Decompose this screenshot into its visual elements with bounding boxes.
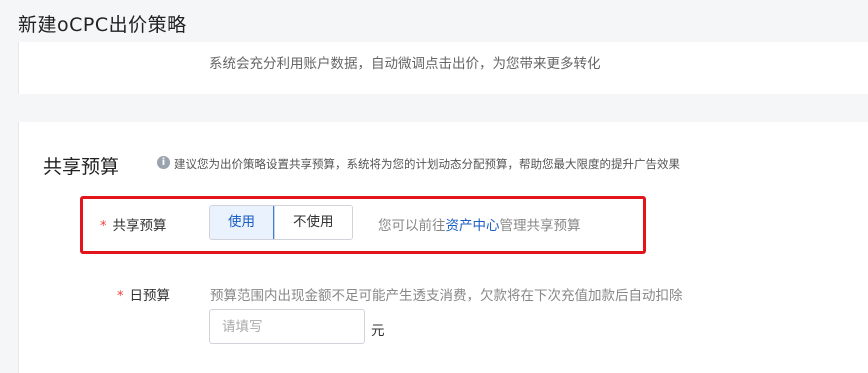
share-budget-label-text: 共享预算 (112, 218, 167, 234)
share-budget-label: * 共享预算 (100, 214, 167, 234)
share-budget-hint: 您可以前往资产中心管理共享预算 (378, 214, 581, 234)
share-hint-suffix: 管理共享预算 (499, 218, 581, 234)
asset-center-link[interactable]: 资产中心 (446, 218, 500, 234)
no-share-budget-button[interactable]: 不使用 (274, 206, 352, 239)
share-hint-prefix: 您可以前往 (378, 218, 446, 234)
strategy-description-card: 系统会充分利用账户数据，自动微调点击出价，为您带来更多转化 (18, 42, 868, 94)
use-share-budget-button[interactable]: 使用 (209, 206, 274, 239)
share-budget-toggle: 使用 不使用 (209, 205, 353, 240)
section-tip: 建议您为出价策略设置共享预算，系统将为您的计划动态分配预算，帮助您最大限度的提升… (174, 157, 680, 171)
required-mark: * (100, 219, 107, 234)
budget-section-card: 共享预算 i 建议您为出价策略设置共享预算，系统将为您的计划动态分配预算，帮助您… (18, 122, 868, 373)
strategy-description: 系统会充分利用账户数据，自动微调点击出价，为您带来更多转化 (209, 56, 601, 72)
required-mark: * (117, 289, 124, 304)
daily-budget-label-text: 日预算 (129, 288, 171, 304)
daily-budget-label: * 日预算 (117, 284, 170, 304)
currency-unit: 元 (371, 323, 385, 339)
page-title: 新建oCPC出价策略 (18, 14, 187, 36)
daily-budget-hint: 预算范围内出现金额不足可能产生透支消费，欠款将在下次充值加款后自动扣除 (210, 288, 683, 304)
daily-budget-input[interactable] (209, 309, 365, 344)
info-circle-icon: i (157, 156, 170, 169)
section-title: 共享预算 (43, 156, 120, 178)
